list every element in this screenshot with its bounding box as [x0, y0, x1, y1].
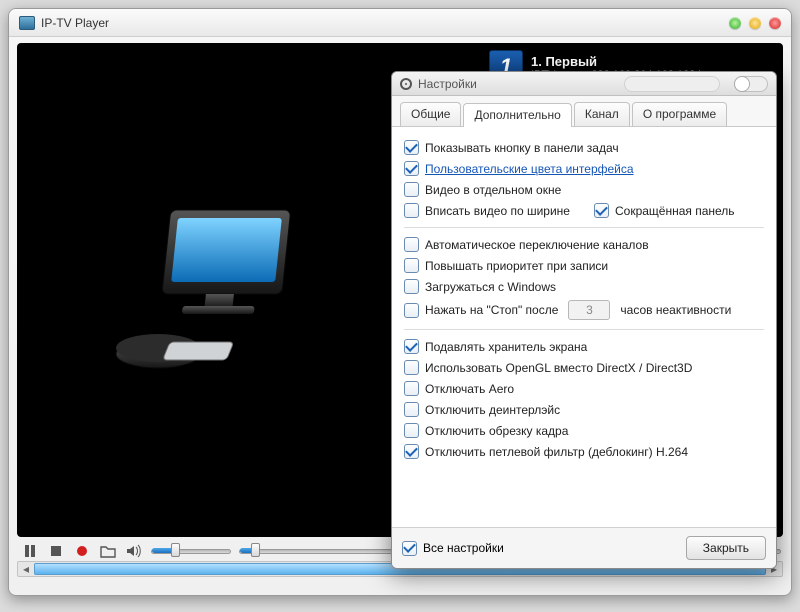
checkbox-autostart[interactable]: [404, 279, 419, 294]
label-disable-loopfilter: Отключить петлевой фильтр (деблокинг) H.…: [425, 445, 688, 459]
titlebar[interactable]: IP-TV Player: [9, 9, 791, 37]
close-button[interactable]: Закрыть: [686, 536, 766, 560]
tabs: Общие Дополнительно Канал О программе: [392, 96, 776, 127]
checkbox-raise-priority[interactable]: [404, 258, 419, 273]
app-icon: [19, 16, 35, 30]
checkbox-opengl[interactable]: [404, 360, 419, 375]
main-window: IP-TV Player 1 1. Первый IPTV-канал 233.…: [8, 8, 792, 596]
checkbox-suppress-screensaver[interactable]: [404, 339, 419, 354]
tab-general[interactable]: Общие: [400, 102, 461, 126]
label-autostart: Загружаться с Windows: [425, 280, 556, 294]
blurred-background-tab: [624, 76, 720, 92]
label-suppress-screensaver: Подавлять хранитель экрана: [425, 340, 587, 354]
label-stop-after-prefix: Нажать на "Стоп" после: [425, 303, 558, 317]
label-raise-priority: Повышать приоритет при записи: [425, 259, 608, 273]
label-fit-width: Вписать видео по ширине: [425, 204, 570, 218]
channel-name: 1. Первый: [531, 54, 701, 69]
volume-slider[interactable]: [151, 544, 231, 558]
minimize-button[interactable]: [729, 17, 741, 29]
checkbox-stop-after[interactable]: [404, 303, 419, 318]
dialog-toggle[interactable]: [734, 76, 768, 92]
label-show-taskbar: Показывать кнопку в панели задач: [425, 141, 619, 155]
dialog-footer: Все настройки Закрыть: [392, 527, 776, 568]
close-window-button[interactable]: [769, 17, 781, 29]
checkbox-disable-loopfilter[interactable]: [404, 444, 419, 459]
maximize-button[interactable]: [749, 17, 761, 29]
checkbox-disable-crop[interactable]: [404, 423, 419, 438]
stop-button[interactable]: [47, 543, 65, 559]
link-custom-colors[interactable]: Пользовательские цвета интерфейса: [425, 162, 634, 176]
label-auto-switch: Автоматическое переключение каналов: [425, 238, 649, 252]
label-disable-crop: Отключить обрезку кадра: [425, 424, 568, 438]
label-show-all: Все настройки: [423, 541, 504, 555]
label-separate-window: Видео в отдельном окне: [425, 183, 561, 197]
window-title: IP-TV Player: [41, 16, 109, 30]
label-opengl: Использовать OpenGL вместо DirectX / Dir…: [425, 361, 692, 375]
checkbox-separate-window[interactable]: [404, 182, 419, 197]
checkbox-show-taskbar[interactable]: [404, 140, 419, 155]
label-compact-panel: Сокращённая панель: [615, 204, 735, 218]
checkbox-compact-panel[interactable]: [594, 203, 609, 218]
label-disable-deinterlace: Отключить деинтерлэйс: [425, 403, 560, 417]
tab-advanced[interactable]: Дополнительно: [463, 103, 571, 127]
pause-button[interactable]: [21, 543, 39, 559]
open-button[interactable]: [99, 543, 117, 559]
checkbox-fit-width[interactable]: [404, 203, 419, 218]
label-disable-aero: Отключать Aero: [425, 382, 514, 396]
checkbox-auto-switch[interactable]: [404, 237, 419, 252]
gear-icon: [400, 78, 412, 90]
label-stop-after-suffix: часов неактивности: [620, 303, 731, 317]
tab-channel[interactable]: Канал: [574, 102, 630, 126]
volume-icon[interactable]: [125, 543, 143, 559]
checkbox-custom-colors[interactable]: [404, 161, 419, 176]
checkbox-show-all[interactable]: [402, 541, 417, 556]
input-stop-after-hours[interactable]: 3: [568, 300, 610, 320]
dialog-title: Настройки: [418, 77, 477, 91]
record-button[interactable]: [73, 543, 91, 559]
settings-dialog: Настройки Общие Дополнительно Канал О пр…: [391, 71, 777, 569]
checkbox-disable-deinterlace[interactable]: [404, 402, 419, 417]
placeholder-illustration: [112, 198, 312, 398]
checkbox-disable-aero[interactable]: [404, 381, 419, 396]
dialog-titlebar[interactable]: Настройки: [392, 72, 776, 96]
tab-about[interactable]: О программе: [632, 102, 727, 126]
scroll-left-icon[interactable]: ◂: [19, 563, 33, 575]
dialog-body: Показывать кнопку в панели задач Пользов…: [392, 127, 776, 527]
